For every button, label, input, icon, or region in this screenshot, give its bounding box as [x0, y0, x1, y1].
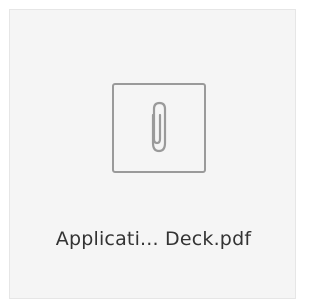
attachment-icon-frame — [112, 83, 206, 173]
attachment-tile[interactable]: Applicati... Deck.pdf — [9, 9, 296, 299]
paperclip-icon — [151, 101, 167, 153]
attachment-file-name: Applicati... Deck.pdf — [55, 228, 252, 250]
